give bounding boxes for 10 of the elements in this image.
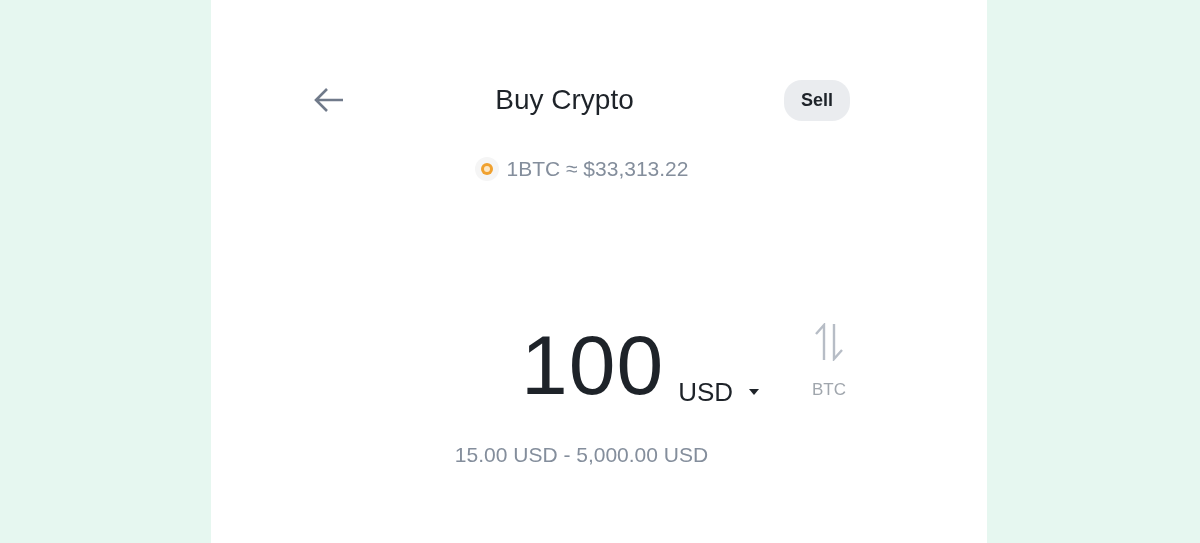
currency-dropdown[interactable]: USD (678, 378, 760, 405)
caret-icon (749, 388, 760, 395)
coin-icon (474, 156, 499, 181)
sell-button[interactable]: Sell (783, 79, 850, 121)
alternate-currency: BTC (812, 379, 846, 401)
page-title: Buy Crypto (495, 83, 634, 117)
back-arrow-icon[interactable] (313, 86, 345, 114)
amount-limits: 15.00 USD - 5,000.00 USD (453, 441, 710, 468)
exchange-rate: 1BTC ≈ $33,313.22 (506, 156, 689, 182)
amount-field[interactable]: 100 (521, 322, 665, 407)
